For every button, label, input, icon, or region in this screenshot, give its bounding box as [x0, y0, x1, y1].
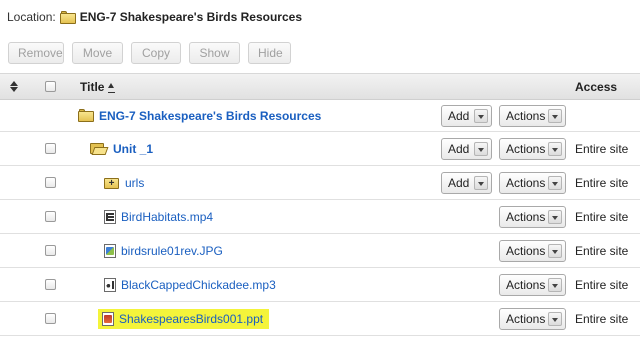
sort-ascending-icon: [108, 81, 116, 93]
actions-dropdown-label: Actions: [506, 244, 546, 258]
access-column-header: Access: [575, 80, 618, 94]
actions-dropdown-label: Actions: [506, 278, 546, 292]
folder-icon: [78, 109, 94, 122]
row-checkbox[interactable]: [45, 279, 56, 290]
row-checkbox[interactable]: [45, 245, 56, 256]
folder-icon: [59, 10, 76, 24]
table-row: ShakespearesBirds001.ppt Actions Entire …: [0, 302, 640, 336]
actions-dropdown[interactable]: Actions: [499, 206, 566, 228]
copy-button[interactable]: Copy: [131, 42, 181, 64]
chevron-down-icon: [548, 142, 562, 156]
chevron-down-icon: [474, 109, 488, 123]
access-value: Entire site: [575, 277, 629, 292]
audio-file-icon: [104, 277, 116, 292]
open-folder-icon[interactable]: [90, 142, 109, 155]
powerpoint-file-icon: [102, 311, 114, 326]
table-header: Title Access: [0, 73, 640, 100]
add-dropdown-label: Add: [448, 142, 470, 156]
row-title-cell: BlackCappedChickadee.mp3: [104, 268, 276, 301]
title-column-header[interactable]: Title: [80, 80, 116, 94]
table-row: ENG-7 Shakespeare's Birds Resources Add …: [0, 100, 640, 132]
add-dropdown-label: Add: [448, 109, 470, 123]
file-link[interactable]: birdsrule01rev.JPG: [121, 244, 223, 258]
chevron-down-icon: [474, 176, 488, 190]
highlighted-item: ShakespearesBirds001.ppt: [98, 308, 270, 329]
location-breadcrumb: Location: ENG-7 Shakespeare's Birds Reso…: [7, 7, 302, 27]
video-file-icon: [104, 209, 116, 224]
chevron-down-icon: [548, 210, 562, 224]
hide-button[interactable]: Hide: [248, 42, 291, 64]
row-title-cell: + urls: [104, 166, 144, 199]
actions-dropdown-label: Actions: [506, 312, 546, 326]
folder-link[interactable]: ENG-7 Shakespeare's Birds Resources: [99, 109, 321, 123]
actions-dropdown-label: Actions: [506, 176, 546, 190]
move-button[interactable]: Move: [72, 42, 123, 64]
table-row: BlackCappedChickadee.mp3 Actions Entire …: [0, 268, 640, 302]
row-title-cell: birdsrule01rev.JPG: [104, 234, 223, 267]
table-row: Unit _1 Add Actions Entire site: [0, 132, 640, 166]
reorder-sort-icon[interactable]: [10, 81, 18, 93]
access-value: Entire site: [575, 311, 629, 326]
select-all-checkbox[interactable]: [45, 81, 56, 92]
add-dropdown[interactable]: Add: [441, 172, 492, 194]
folder-link[interactable]: Unit _1: [113, 142, 153, 156]
actions-dropdown[interactable]: Actions: [499, 274, 566, 296]
access-value: Entire site: [575, 175, 629, 190]
row-title-cell: Unit _1: [90, 132, 153, 165]
chevron-down-icon: [548, 278, 562, 292]
location-title: ENG-7 Shakespeare's Birds Resources: [79, 10, 302, 24]
access-value: Entire site: [575, 243, 629, 258]
add-dropdown[interactable]: Add: [441, 105, 492, 127]
actions-dropdown[interactable]: Actions: [499, 308, 566, 330]
actions-dropdown-label: Actions: [506, 142, 546, 156]
actions-dropdown[interactable]: Actions: [499, 105, 566, 127]
actions-dropdown[interactable]: Actions: [499, 172, 566, 194]
chevron-down-icon: [548, 109, 562, 123]
expand-folder-icon[interactable]: +: [104, 176, 120, 189]
table-row: + urls Add Actions Entire site: [0, 166, 640, 200]
actions-dropdown-label: Actions: [506, 109, 546, 123]
access-value: Entire site: [575, 209, 629, 224]
row-title-cell: BirdHabitats.mp4: [104, 200, 213, 233]
file-link[interactable]: BirdHabitats.mp4: [121, 210, 213, 224]
access-value: Entire site: [575, 141, 629, 156]
chevron-down-icon: [548, 176, 562, 190]
row-checkbox[interactable]: [45, 211, 56, 222]
row-checkbox[interactable]: [45, 177, 56, 188]
toolbar: Remove Move Copy Show Hide: [8, 42, 291, 64]
file-link[interactable]: ShakespearesBirds001.ppt: [119, 312, 263, 326]
show-button[interactable]: Show: [189, 42, 240, 64]
table-row: BirdHabitats.mp4 Actions Entire site: [0, 200, 640, 234]
table-row: birdsrule01rev.JPG Actions Entire site: [0, 234, 640, 268]
add-dropdown-label: Add: [448, 176, 470, 190]
title-column-label: Title: [80, 80, 105, 94]
remove-button[interactable]: Remove: [8, 42, 64, 64]
row-title-cell: ShakespearesBirds001.ppt: [98, 302, 270, 335]
row-checkbox[interactable]: [45, 143, 56, 154]
actions-dropdown[interactable]: Actions: [499, 240, 566, 262]
file-link[interactable]: BlackCappedChickadee.mp3: [121, 278, 276, 292]
resources-table: Title Access ENG-7 Shakespeare's Birds R…: [0, 73, 640, 336]
folder-link[interactable]: urls: [125, 176, 144, 190]
add-dropdown[interactable]: Add: [441, 138, 492, 160]
row-title-cell: ENG-7 Shakespeare's Birds Resources: [78, 100, 321, 131]
row-checkbox[interactable]: [45, 313, 56, 324]
actions-dropdown-label: Actions: [506, 210, 546, 224]
chevron-down-icon: [474, 142, 488, 156]
location-label: Location:: [7, 10, 56, 24]
image-file-icon: [104, 243, 116, 258]
chevron-down-icon: [548, 312, 562, 326]
actions-dropdown[interactable]: Actions: [499, 138, 566, 160]
chevron-down-icon: [548, 244, 562, 258]
